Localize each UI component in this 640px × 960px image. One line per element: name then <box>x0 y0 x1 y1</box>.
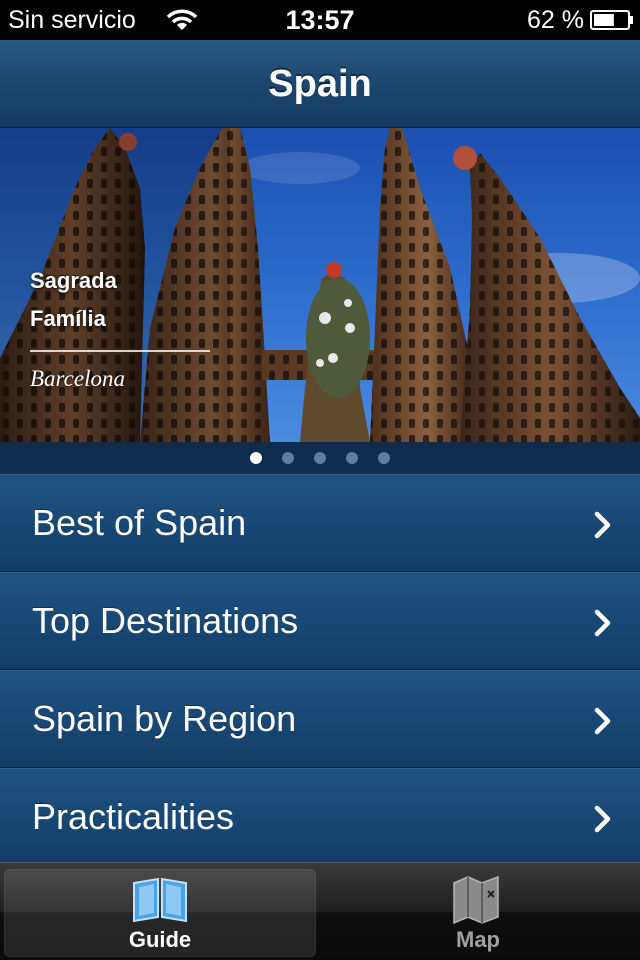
menu-item-label: Spain by Region <box>32 698 297 739</box>
tab-guide[interactable]: Guide <box>4 869 316 957</box>
tab-map[interactable]: Map <box>322 869 634 957</box>
menu-item-best-of-spain[interactable]: Best of Spain <box>0 474 640 572</box>
map-icon <box>453 875 499 925</box>
hero-title-line-1: Sagrada <box>30 268 117 293</box>
chevron-right-icon <box>594 805 611 833</box>
hero-location: Barcelona <box>30 366 125 391</box>
menu-item-spain-by-region[interactable]: Spain by Region <box>0 670 640 768</box>
menu-item-top-destinations[interactable]: Top Destinations <box>0 572 640 670</box>
page-dot[interactable] <box>282 452 294 464</box>
navigation-bar: Spain <box>0 40 640 128</box>
page-dot[interactable] <box>378 452 390 464</box>
menu-item-label: Practicalities <box>32 796 235 837</box>
book-icon <box>133 877 187 923</box>
menu-item-label: Best of Spain <box>32 502 247 543</box>
guide-menu-list: Best of Spain Top Destinations Spain by … <box>0 474 640 866</box>
hero-carousel[interactable]: Sagrada Família Barcelona <box>0 128 640 442</box>
menu-item-label: Top Destinations <box>32 600 299 641</box>
menu-item-practicalities[interactable]: Practicalities <box>0 768 640 866</box>
chevron-right-icon <box>594 609 611 637</box>
page-dot[interactable] <box>314 452 326 464</box>
hero-caption: Sagrada Família Barcelona <box>30 262 210 392</box>
tab-label: Guide <box>128 927 192 952</box>
page-title: Spain <box>268 63 372 105</box>
page-indicator[interactable] <box>0 442 640 474</box>
chevron-right-icon <box>594 511 611 539</box>
chevron-right-icon <box>594 707 611 735</box>
battery-icon <box>590 10 633 30</box>
tab-label: Map <box>456 927 500 952</box>
tab-bar: Guide Map <box>0 862 640 960</box>
page-dot[interactable] <box>346 452 358 464</box>
battery-percentage: 62 % <box>527 6 584 34</box>
hero-divider <box>30 350 210 352</box>
page-dot[interactable] <box>250 452 262 464</box>
status-bar: Sin servicio 13:57 62 % <box>0 0 640 40</box>
hero-title-line-2: Família <box>30 306 106 331</box>
